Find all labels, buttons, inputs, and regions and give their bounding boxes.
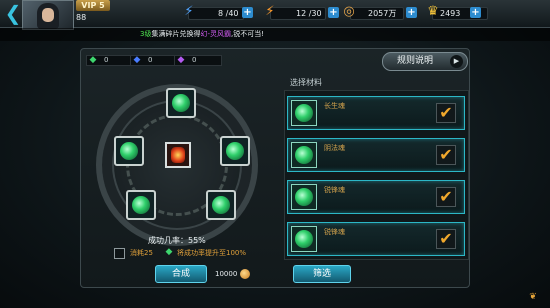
materials-title: 选择材料	[290, 78, 322, 87]
blue-gem-icon: ◆	[133, 55, 141, 65]
use-boost-checkbox[interactable]	[114, 248, 125, 259]
marquee-prefix: 3级	[140, 30, 152, 38]
material-item[interactable]: 锐锋魂 ✔	[287, 222, 465, 256]
player-avatar[interactable]	[22, 0, 74, 30]
material-checkbox[interactable]: ✔	[436, 187, 456, 207]
soul-orb-icon	[132, 196, 150, 214]
back-arrow-icon[interactable]: ❮	[2, 2, 24, 24]
purple-gem-value: 0	[192, 56, 197, 64]
rules-button-label: 规则说明	[397, 56, 434, 66]
success-rate: 成功几率：55%	[148, 236, 206, 245]
soul-orb-icon	[295, 146, 313, 164]
soul-orb-icon	[172, 94, 190, 112]
green-gem-value: 0	[104, 56, 109, 64]
add-silver-button[interactable]: +	[406, 7, 417, 18]
material-slot-bottom-left[interactable]	[126, 190, 156, 220]
soul-orb-icon	[295, 104, 313, 122]
coin-icon: ◎	[343, 4, 355, 19]
add-stamina-button[interactable]: +	[242, 7, 253, 18]
material-slot-bottom-right[interactable]	[206, 190, 236, 220]
energy-value: 12 /30	[296, 9, 322, 18]
gold-value: 2493	[440, 9, 461, 18]
coin-icon	[240, 269, 250, 279]
material-name: 锐锋魂	[324, 228, 345, 236]
blue-gem-value: 0	[148, 56, 153, 64]
announcement-marquee: 3级集满碎片兑换得幻-灵风霸,锐不可当!	[0, 28, 550, 41]
stamina-value: 8 /40	[218, 9, 239, 18]
material-checkbox[interactable]: ✔	[436, 103, 456, 123]
material-slot-left[interactable]	[114, 136, 144, 166]
filter-button[interactable]: 筛选	[293, 265, 351, 283]
lightning-orange-icon: ⚡	[265, 4, 275, 19]
boost-cost-label: 消耗25	[130, 249, 153, 257]
material-checkbox[interactable]: ✔	[436, 145, 456, 165]
soul-orb-icon	[295, 188, 313, 206]
marquee-text-after: ,锐不可当!	[231, 30, 265, 38]
result-soul-icon	[171, 147, 185, 163]
add-energy-button[interactable]: +	[328, 7, 339, 18]
top-bar: ❮ VIP 5 88 ⚡ 8 /40 + ⚡ 12 /30 + ◎ 2057万 …	[0, 0, 550, 30]
material-name: 阴法魂	[324, 144, 345, 152]
material-icon	[291, 100, 317, 126]
soul-orb-icon	[120, 142, 138, 160]
material-item[interactable]: 锐锋魂 ✔	[287, 180, 465, 214]
material-icon	[291, 142, 317, 168]
coin-cost: 10000	[215, 270, 238, 278]
compose-button[interactable]: 合成	[155, 265, 207, 283]
green-gem-icon: ◆	[89, 55, 97, 65]
result-slot[interactable]	[165, 142, 191, 168]
purple-gem-icon: ◆	[177, 55, 185, 65]
avatar-face	[42, 8, 54, 22]
material-item[interactable]: 阴法魂 ✔	[287, 138, 465, 172]
play-arrow-icon: ▶	[450, 55, 463, 68]
soul-orb-icon	[212, 196, 230, 214]
material-name: 长生魂	[324, 102, 345, 110]
material-slot-right[interactable]	[220, 136, 250, 166]
soul-orb-icon	[295, 230, 313, 248]
boost-description: 将成功率提升至100%	[177, 249, 247, 257]
rules-button[interactable]: 规则说明 ▶	[382, 52, 468, 71]
player-level: 88	[76, 13, 87, 22]
add-gold-button[interactable]: +	[470, 7, 481, 18]
lightning-blue-icon: ⚡	[184, 4, 194, 19]
soul-orb-icon	[226, 142, 244, 160]
material-slot-top[interactable]	[166, 88, 196, 118]
silver-value: 2057万	[368, 9, 397, 18]
marquee-highlight: 幻-灵风霸	[200, 30, 231, 38]
material-checkbox[interactable]: ✔	[436, 229, 456, 249]
vip-badge: VIP 5	[76, 0, 110, 11]
green-gem-icon: ◆	[165, 247, 173, 257]
game-screen: ❮ VIP 5 88 ⚡ 8 /40 + ⚡ 12 /30 + ◎ 2057万 …	[0, 0, 550, 308]
site-logo: ❦	[529, 292, 537, 302]
material-icon	[291, 184, 317, 210]
material-icon	[291, 226, 317, 252]
material-item[interactable]: 长生魂 ✔	[287, 96, 465, 130]
marquee-text-before: 集满碎片兑换得	[151, 30, 201, 38]
material-name: 锐锋魂	[324, 186, 345, 194]
